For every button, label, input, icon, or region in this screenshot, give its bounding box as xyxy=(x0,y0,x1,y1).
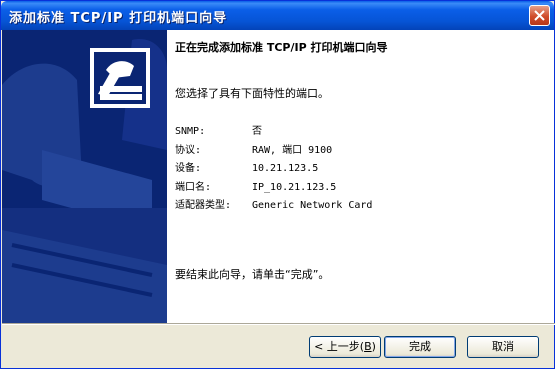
property-row-port-name: 端口名: IP_10.21.123.5 xyxy=(175,178,372,197)
page-title: 正在完成添加标准 TCP/IP 打印机端口向导 xyxy=(175,41,388,54)
intro-text: 您选择了具有下面特性的端口。 xyxy=(175,87,329,100)
property-value: 否 xyxy=(252,126,262,137)
wizard-sidebar-graphic xyxy=(2,30,167,323)
back-button-accesskey: B xyxy=(364,340,372,353)
back-button-prefix: < 上一步( xyxy=(314,340,365,353)
property-value: 10.21.123.5 xyxy=(252,163,319,174)
back-button-suffix: ) xyxy=(371,340,376,353)
back-button[interactable]: < 上一步(B) xyxy=(309,336,381,358)
property-row-device: 设备: 10.21.123.5 xyxy=(175,159,372,178)
button-separator xyxy=(2,323,555,325)
window-title: 添加标准 TCP/IP 打印机端口向导 xyxy=(9,11,228,26)
property-value: RAW, 端口 9100 xyxy=(252,144,333,156)
property-label: 适配器类型: xyxy=(175,200,232,211)
close-button[interactable] xyxy=(529,5,550,26)
property-row-snmp: SNMP: 否 xyxy=(175,122,372,141)
property-value: IP_10.21.123.5 xyxy=(252,181,337,193)
property-label: SNMP: xyxy=(175,126,206,137)
sidebar-background-art xyxy=(2,30,167,323)
port-properties-list: SNMP: 否 协议: RAW, 端口 9100 设备: 10.21.123.5 端口… xyxy=(175,122,372,215)
title-bar[interactable]: 添加标准 TCP/IP 打印机端口向导 xyxy=(1,1,554,30)
finish-button[interactable]: 完成 xyxy=(384,336,456,358)
property-row-adapter-type: 适配器类型: Generic Network Card xyxy=(175,196,372,215)
property-row-protocol: 协议: RAW, 端口 9100 xyxy=(175,141,372,160)
property-label: 设备: xyxy=(175,163,202,174)
cancel-button[interactable]: 取消 xyxy=(467,336,539,358)
wizard-dialog: 添加标准 TCP/IP 打印机端口向导 正在完成添加标准 TCP/IP 打印机端… xyxy=(0,0,555,369)
wizard-content-panel: 正在完成添加标准 TCP/IP 打印机端口向导 您选择了具有下面特性的端口。 S… xyxy=(167,30,554,323)
property-label: 协议: xyxy=(175,144,202,156)
printer-wizard-icon xyxy=(90,48,150,108)
close-icon xyxy=(534,10,545,21)
finish-instruction: 要结束此向导，请单击“完成”。 xyxy=(175,268,330,281)
property-value: Generic Network Card xyxy=(252,200,373,211)
property-label: 端口名: xyxy=(175,181,212,193)
